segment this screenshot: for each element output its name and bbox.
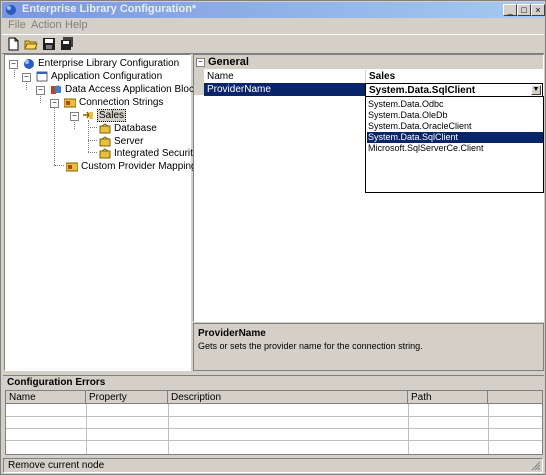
parameter-icon [99,136,111,147]
menu-bar: File Action Help [2,19,544,33]
enterprise-library-icon [24,58,34,69]
errors-title: Configuration Errors [7,377,106,388]
tree-connector [88,152,97,154]
open-folder-icon[interactable] [24,37,38,51]
providername-combobox-value: System.Data.SqlClient [369,85,476,96]
database-block-icon [51,85,61,94]
tree-item-database[interactable]: Database [99,122,157,135]
collapse-icon[interactable]: − [22,73,31,82]
tree-label-integrated-security: Integrated Security [114,148,198,159]
collapse-icon[interactable]: − [50,99,59,108]
tree-label-data-access: Data Access Application Block [65,84,199,95]
prop-providername-name: ProviderName [207,84,271,95]
tree-label-connection-strings: Connection Strings [79,97,164,108]
grid-col-line [86,404,87,454]
tree-connector [88,127,97,129]
tree-item-integrated-security[interactable]: Integrated Security [99,147,198,160]
grid-col-line [488,404,489,454]
column-header-path[interactable]: Path [408,391,488,404]
property-margin [194,69,204,95]
main-window: Enterprise Library Configuration* _ □ × … [0,0,546,475]
parameter-icon [99,123,111,134]
tree-label-custom-provider: Custom Provider Mappings [81,161,202,172]
description-title: ProviderName [198,328,266,339]
status-text: Remove current node [8,460,105,471]
save-all-icon[interactable] [60,37,74,51]
property-providername-label[interactable]: ProviderName [204,83,365,96]
menu-action[interactable]: Action [31,19,62,31]
tree-item-custom-provider[interactable]: Custom Provider Mappings [66,160,202,173]
resize-grip-icon[interactable] [530,460,541,471]
description-pane: ProviderName Gets or sets the provider n… [193,323,544,371]
column-header-filler [488,391,542,404]
horizontal-splitter[interactable] [3,372,544,376]
providername-combobox[interactable]: System.Data.SqlClient ▼ [365,83,543,97]
column-header-name[interactable]: Name [6,391,86,404]
window-title: Enterprise Library Configuration* [22,3,197,15]
toolbar [2,34,544,54]
menu-file[interactable]: File [8,19,26,31]
close-button[interactable]: × [531,4,545,16]
collapse-icon[interactable]: − [70,112,79,121]
save-icon[interactable] [42,37,56,51]
minimize-button[interactable]: _ [503,4,517,16]
new-file-icon[interactable] [6,37,20,51]
collapse-icon[interactable]: − [36,86,45,95]
tree-connector [88,140,97,142]
tree-label-root: Enterprise Library Configuration [38,58,180,69]
property-category-header: − General [194,55,543,69]
description-text: Gets or sets the provider name for the c… [198,341,423,351]
property-name-label: Name [204,70,365,84]
column-header-description[interactable]: Description [168,391,408,404]
prop-name-name: Name [207,71,234,82]
collapse-icon[interactable]: − [196,58,205,67]
menu-help[interactable]: Help [65,19,88,31]
dropdown-option[interactable]: Microsoft.SqlServerCe.Client [367,143,543,154]
tree-connector [54,165,64,167]
tree-connector [54,106,56,165]
dropdown-option-selected[interactable]: System.Data.SqlClient [367,132,543,143]
property-name-value[interactable]: Sales [365,70,544,84]
collapse-icon[interactable]: − [9,60,18,69]
dropdown-arrow-icon[interactable]: ▼ [531,85,541,95]
provider-dropdown-list[interactable]: System.Data.Odbc System.Data.OleDb Syste… [365,96,544,193]
tree-connector [88,120,90,152]
connection-icon [83,111,93,119]
tree-pane[interactable]: − Enterprise Library Configuration − App… [4,54,202,371]
category-title: General [208,56,249,68]
dropdown-option[interactable]: System.Data.Odbc [367,99,543,110]
maximize-button[interactable]: □ [517,4,531,16]
errors-grid[interactable]: Name Property Description Path [5,390,543,455]
connection-strings-icon [64,98,76,108]
grid-col-line [168,404,169,454]
status-bar: Remove current node [3,458,543,473]
application-icon [36,71,48,82]
dropdown-option[interactable]: System.Data.OleDb [367,110,543,121]
grid-col-line [408,404,409,454]
tree-label-sales: Sales [97,109,127,122]
title-bar[interactable]: Enterprise Library Configuration* _ □ × [2,2,545,18]
tree-label-app-config: Application Configuration [51,71,163,82]
parameter-icon [99,148,111,159]
column-header-property[interactable]: Property [86,391,168,404]
provider-mappings-icon [66,162,78,172]
dropdown-option[interactable]: System.Data.OracleClient [367,121,543,132]
app-icon [6,5,16,15]
tree-label-server: Server [114,136,144,147]
tree-label-database: Database [114,123,157,134]
prop-name-value: Sales [369,71,396,82]
